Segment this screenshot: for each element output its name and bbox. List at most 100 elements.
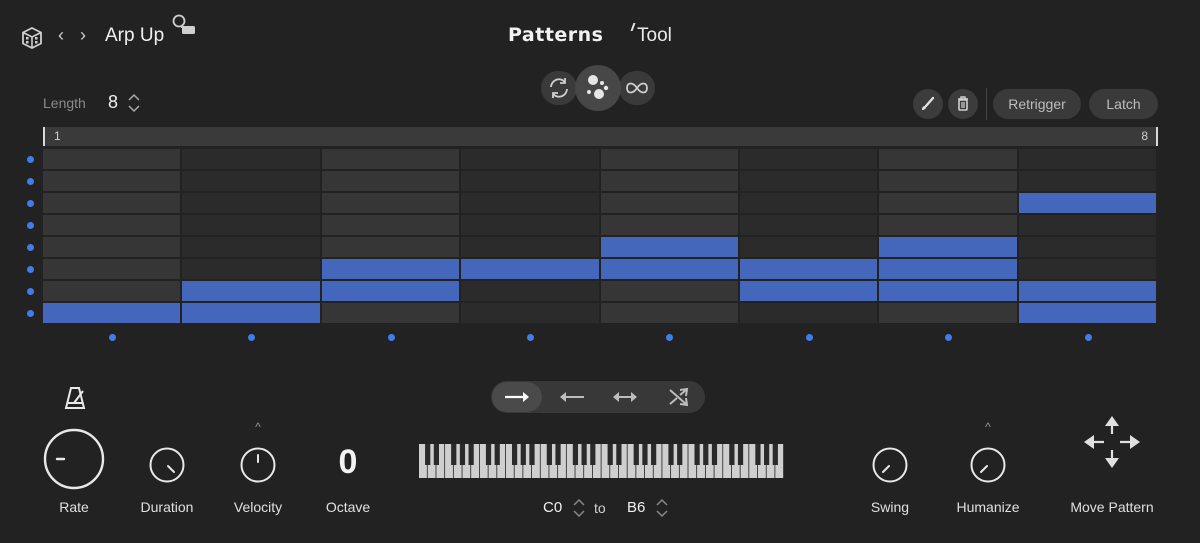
black-key[interactable] — [694, 444, 700, 465]
move-pattern-icon[interactable] — [1080, 410, 1144, 474]
pattern-cell[interactable] — [600, 281, 738, 301]
black-key[interactable] — [616, 444, 622, 465]
black-key[interactable] — [755, 444, 761, 465]
length-stepper-icon[interactable] — [127, 92, 141, 114]
pattern-cell[interactable] — [182, 303, 320, 323]
pattern-cell[interactable] — [461, 237, 599, 257]
black-key[interactable] — [764, 444, 770, 465]
pattern-cell[interactable] — [1018, 171, 1157, 191]
pattern-cell[interactable] — [879, 259, 1017, 279]
pattern-cell[interactable] — [321, 193, 460, 213]
length-value[interactable]: 8 — [108, 92, 118, 113]
pattern-cell[interactable] — [321, 303, 460, 323]
pattern-cell[interactable] — [740, 281, 878, 301]
pattern-cell[interactable] — [740, 303, 878, 323]
pattern-cell[interactable] — [182, 259, 320, 279]
keyboard-range[interactable] — [419, 444, 784, 478]
brush-button[interactable] — [913, 89, 943, 119]
black-key[interactable] — [607, 444, 613, 465]
rate-knob[interactable] — [42, 427, 106, 491]
octave-value[interactable]: 0 — [323, 443, 373, 482]
black-key[interactable] — [651, 444, 657, 465]
chevron-left-icon[interactable]: ‹ — [58, 25, 72, 45]
preset-name[interactable]: Arp Up — [105, 24, 164, 48]
pattern-cell[interactable] — [43, 281, 181, 301]
pattern-cell[interactable] — [1018, 193, 1157, 213]
black-key[interactable] — [737, 444, 744, 465]
pattern-cell[interactable] — [879, 237, 1017, 257]
pattern-cell[interactable] — [461, 303, 599, 323]
black-key[interactable] — [546, 444, 552, 465]
pattern-cell[interactable] — [321, 215, 460, 235]
retrigger-button[interactable]: Retrigger — [993, 89, 1081, 119]
black-key[interactable] — [520, 444, 526, 465]
black-key[interactable] — [433, 444, 439, 465]
black-key[interactable] — [633, 444, 639, 465]
black-key[interactable] — [729, 444, 735, 465]
pattern-cell[interactable] — [600, 259, 738, 279]
pattern-cell[interactable] — [43, 215, 181, 235]
black-key[interactable] — [677, 444, 683, 465]
pattern-cell[interactable] — [182, 237, 320, 257]
lock-icon[interactable] — [171, 12, 197, 36]
ruler-end-marker[interactable] — [1156, 127, 1158, 146]
black-key[interactable] — [703, 444, 709, 465]
black-key[interactable] — [459, 444, 466, 465]
pattern-cell[interactable] — [1018, 259, 1157, 279]
black-key[interactable] — [581, 444, 587, 465]
duration-knob[interactable] — [148, 446, 186, 484]
pattern-cell[interactable] — [43, 237, 181, 257]
pattern-cell[interactable] — [43, 149, 181, 169]
infinite-mode-button[interactable] — [619, 71, 655, 105]
pattern-cell[interactable] — [600, 237, 738, 257]
pattern-cell[interactable] — [1018, 281, 1157, 301]
pattern-cell[interactable] — [740, 149, 878, 169]
trash-button[interactable] — [948, 89, 978, 119]
black-key[interactable] — [711, 444, 718, 465]
pattern-cell[interactable] — [461, 149, 599, 169]
step-ruler[interactable]: 1 8 — [43, 127, 1158, 146]
pattern-cell[interactable] — [461, 171, 599, 191]
range-high-stepper-icon[interactable] — [655, 498, 669, 518]
black-key[interactable] — [468, 444, 474, 465]
pattern-cell[interactable] — [321, 171, 460, 191]
pattern-cell[interactable] — [879, 171, 1017, 191]
latch-button[interactable]: Latch — [1089, 89, 1158, 119]
direction-shuffle-button[interactable] — [653, 382, 703, 412]
pattern-cell[interactable] — [740, 215, 878, 235]
black-key[interactable] — [668, 444, 674, 465]
black-key[interactable] — [555, 444, 561, 465]
range-low-value[interactable]: C0 — [543, 499, 562, 516]
pattern-cell[interactable] — [43, 171, 181, 191]
pattern-cell[interactable] — [461, 281, 599, 301]
pattern-cell[interactable] — [600, 171, 738, 191]
pattern-cell[interactable] — [43, 259, 181, 279]
pattern-cell[interactable] — [182, 171, 320, 191]
pattern-cell[interactable] — [182, 149, 320, 169]
pattern-cell[interactable] — [740, 171, 878, 191]
pattern-cell[interactable] — [321, 259, 460, 279]
pattern-cell[interactable] — [461, 215, 599, 235]
loop-mode-button[interactable] — [541, 71, 577, 105]
black-key[interactable] — [772, 444, 778, 465]
pattern-cell[interactable] — [321, 237, 460, 257]
humanize-caret-icon[interactable]: ^ — [978, 420, 998, 434]
pattern-cell[interactable] — [879, 303, 1017, 323]
pattern-cell[interactable] — [182, 215, 320, 235]
direction-pingpong-button[interactable] — [600, 382, 650, 412]
direction-forward-button[interactable] — [492, 382, 542, 412]
pattern-cell[interactable] — [321, 281, 460, 301]
pattern-cell[interactable] — [879, 215, 1017, 235]
range-low-stepper-icon[interactable] — [572, 498, 586, 518]
direction-backward-button[interactable] — [547, 382, 597, 412]
black-key[interactable] — [529, 444, 535, 465]
black-key[interactable] — [642, 444, 648, 465]
humanize-knob[interactable] — [969, 446, 1007, 484]
metronome-icon[interactable] — [63, 385, 87, 411]
pattern-cell[interactable] — [461, 259, 599, 279]
pattern-cell[interactable] — [321, 149, 460, 169]
pattern-cell[interactable] — [1018, 215, 1157, 235]
velocity-caret-icon[interactable]: ^ — [248, 420, 268, 434]
pattern-cell[interactable] — [740, 193, 878, 213]
pattern-cell[interactable] — [740, 259, 878, 279]
